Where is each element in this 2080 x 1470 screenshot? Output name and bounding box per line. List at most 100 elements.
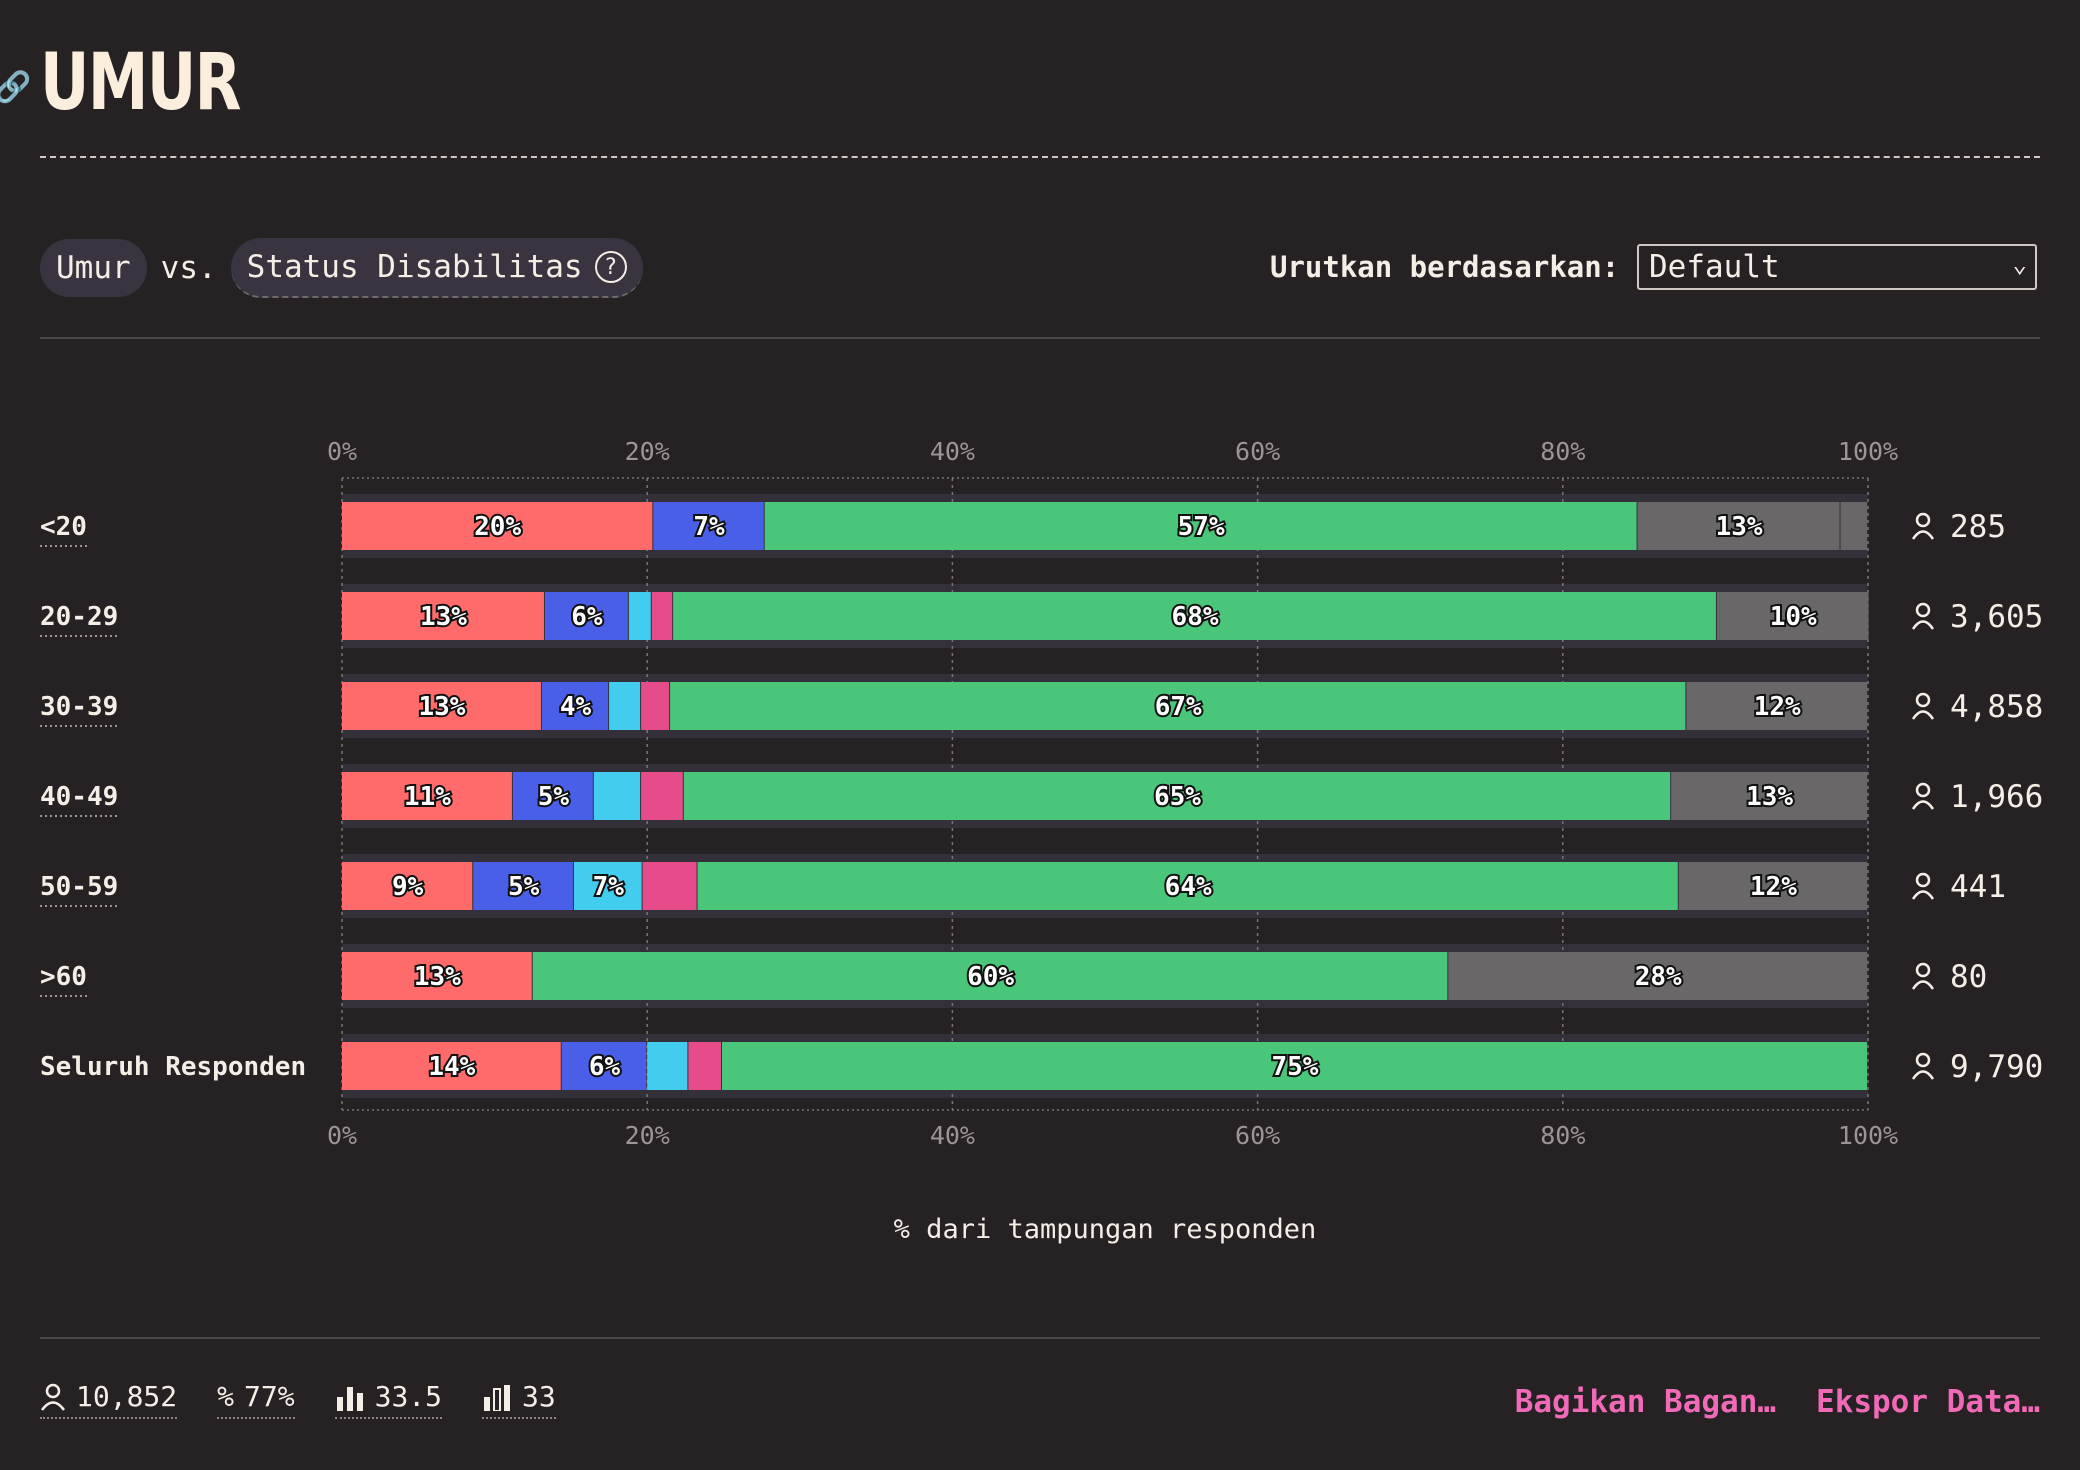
data-label: 13%	[418, 692, 465, 722]
data-label: 9%	[392, 872, 424, 902]
percent-value: 77%	[244, 1380, 295, 1413]
data-label: 13%	[1716, 512, 1763, 542]
stats-footer: 10,852 % 77% 33.5 33	[40, 1380, 556, 1419]
category-label: 30-39	[40, 692, 118, 722]
respondent-count: 9,790	[1950, 1049, 2043, 1085]
data-label: 7%	[593, 872, 625, 902]
x-tick-label-top: 60%	[1235, 437, 1280, 466]
secondary-variable-label: Status Disabilitas	[246, 249, 583, 285]
share-chart-link[interactable]: Bagikan Bagan…	[1515, 1384, 1776, 1420]
median-value: 33	[522, 1380, 556, 1413]
mean-icon	[335, 1383, 365, 1411]
data-label: 7%	[693, 512, 725, 542]
bar-segment	[1840, 502, 1867, 550]
data-label: 13%	[414, 962, 461, 992]
x-tick-label-bottom: 40%	[930, 1121, 975, 1150]
sort-label: Urutkan berdasarkan:	[1270, 250, 1620, 284]
data-label: 5%	[508, 872, 540, 902]
category-label: Seluruh Responden	[40, 1052, 306, 1082]
respondent-count: 80	[1950, 959, 1987, 995]
bar-segment	[642, 862, 697, 910]
data-label: 57%	[1178, 512, 1225, 542]
respondents-value: 10,852	[76, 1380, 178, 1413]
data-label: 6%	[571, 602, 603, 632]
data-label: 68%	[1172, 602, 1219, 632]
x-tick-label-top: 40%	[930, 437, 975, 466]
category-label: 40-49	[40, 782, 118, 812]
bar-segment	[641, 772, 683, 820]
vs-label: vs.	[160, 250, 217, 286]
x-tick-label-bottom: 20%	[625, 1121, 670, 1150]
data-label: 13%	[420, 602, 467, 632]
percent-stat[interactable]: % 77%	[217, 1380, 295, 1419]
bar-segment	[628, 592, 651, 640]
footer-divider	[40, 1337, 2040, 1339]
person-icon	[1911, 512, 1935, 540]
data-label: 12%	[1754, 692, 1801, 722]
data-label: 14%	[428, 1052, 475, 1082]
data-label: 28%	[1635, 962, 1682, 992]
bar-segment	[641, 682, 670, 730]
x-tick-label-bottom: 60%	[1235, 1121, 1280, 1150]
bar-segment	[609, 682, 641, 730]
secondary-variable-pill[interactable]: Status Disabilitas ?	[230, 238, 643, 298]
data-label: 64%	[1165, 872, 1212, 902]
median-stat[interactable]: 33	[482, 1380, 556, 1419]
mean-stat[interactable]: 33.5	[334, 1380, 443, 1419]
data-label: 10%	[1770, 602, 1817, 632]
comparison-controls: Umur vs. Status Disabilitas ?	[40, 238, 643, 298]
page-title: UMUR	[40, 38, 242, 128]
chart-actions: Bagikan Bagan… Ekspor Data…	[1515, 1384, 2040, 1420]
bar-segment	[651, 592, 673, 640]
respondent-count: 1,966	[1950, 779, 2043, 815]
x-tick-label-bottom: 0%	[327, 1121, 357, 1150]
sort-select-value: Default	[1649, 249, 1780, 285]
person-icon	[1911, 782, 1935, 810]
x-tick-label-bottom: 80%	[1540, 1121, 1585, 1150]
person-icon	[1911, 872, 1935, 900]
data-label: 11%	[404, 782, 451, 812]
chevron-down-icon: ⌄	[2012, 250, 2027, 278]
data-label: 4%	[560, 692, 592, 722]
data-label: 65%	[1154, 782, 1201, 812]
x-tick-label-top: 80%	[1540, 437, 1585, 466]
data-label: 67%	[1155, 692, 1202, 722]
category-label: 50-59	[40, 872, 118, 902]
help-icon[interactable]: ?	[594, 251, 627, 283]
sort-select[interactable]: Default ⌄	[1637, 244, 2037, 290]
person-icon	[1911, 1052, 1935, 1080]
category-label: <20	[40, 512, 87, 542]
respondent-count: 285	[1950, 509, 2006, 545]
respondent-count: 4,858	[1950, 689, 2043, 725]
bar-segment	[647, 1042, 688, 1090]
person-icon	[1911, 692, 1935, 720]
data-label: 13%	[1746, 782, 1793, 812]
data-label: 12%	[1750, 872, 1797, 902]
mean-value: 33.5	[374, 1380, 443, 1413]
export-data-link[interactable]: Ekspor Data…	[1816, 1384, 2040, 1420]
x-axis-label: % dari tampungan responden	[894, 1214, 1317, 1245]
x-tick-label-top: 20%	[625, 437, 670, 466]
category-label: >60	[40, 962, 87, 992]
data-label: 60%	[967, 962, 1014, 992]
data-label: 75%	[1272, 1052, 1319, 1082]
percent-icon: %	[217, 1380, 235, 1413]
person-icon	[40, 1383, 66, 1411]
x-tick-label-top: 100%	[1838, 437, 1898, 466]
respondent-count: 441	[1950, 869, 2006, 905]
data-label: 6%	[589, 1052, 621, 1082]
data-label: 20%	[474, 512, 521, 542]
primary-variable-pill[interactable]: Umur	[40, 239, 147, 297]
respondents-stat[interactable]: 10,852	[40, 1380, 178, 1419]
person-icon	[1911, 602, 1935, 630]
respondent-count: 3,605	[1950, 599, 2043, 635]
x-tick-label-bottom: 100%	[1838, 1121, 1898, 1150]
link-icon[interactable]: 🔗	[0, 70, 31, 105]
bar-segment	[688, 1042, 721, 1090]
title-divider	[40, 156, 2040, 158]
data-label: 5%	[538, 782, 570, 812]
controls-divider	[40, 337, 2040, 339]
x-tick-label-top: 0%	[327, 437, 357, 466]
category-label: 20-29	[40, 602, 118, 632]
stacked-bar-chart: 0% 0% 20% 20% 40% 40% 60% 60% 80% 80% 100% 100% 20% 7…	[40, 437, 2043, 1245]
